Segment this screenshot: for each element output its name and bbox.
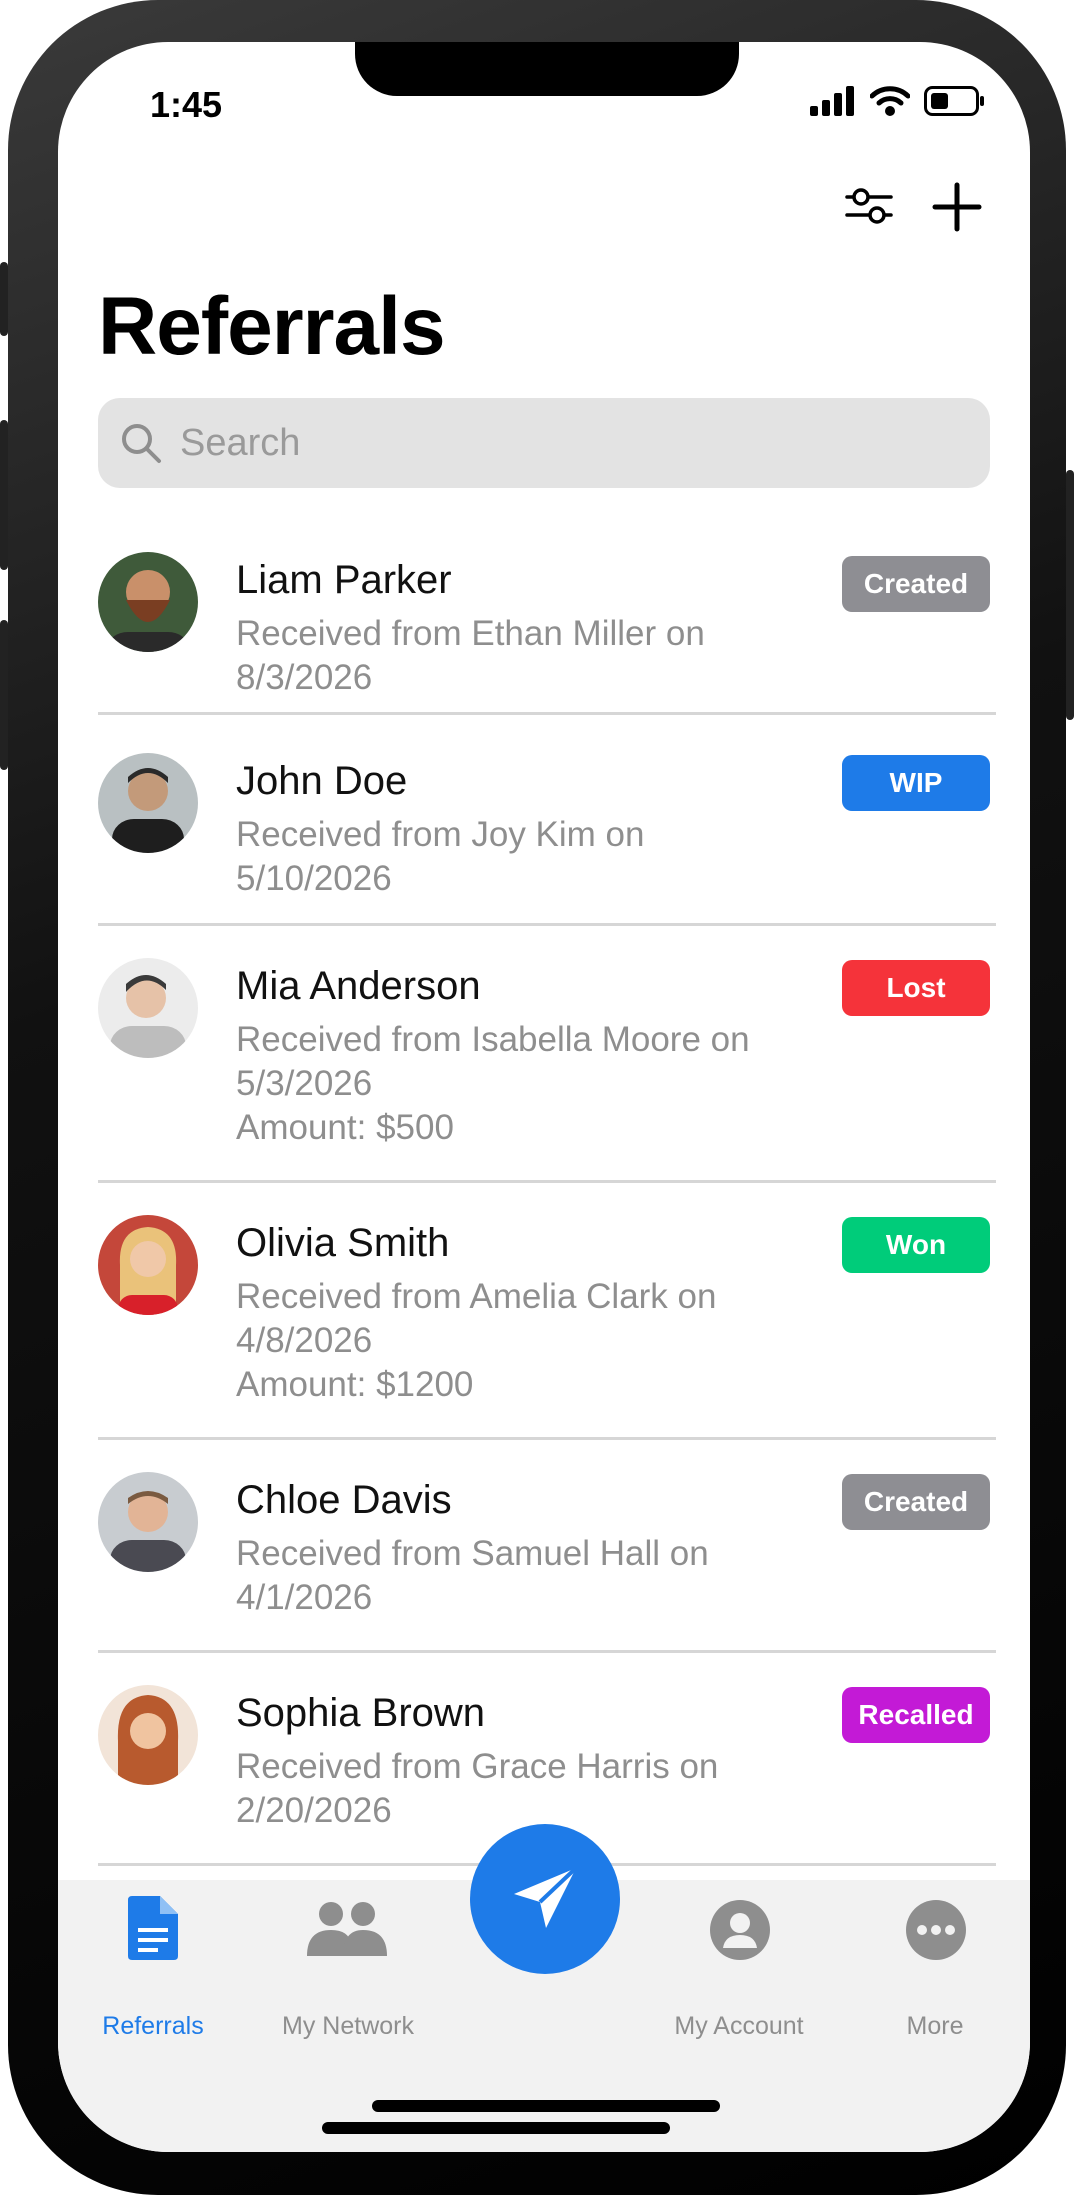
avatar bbox=[98, 1215, 198, 1315]
avatar bbox=[98, 958, 198, 1058]
volume-up-button bbox=[0, 420, 8, 570]
referral-name: Mia Anderson bbox=[236, 964, 481, 1008]
status-time: 1:45 bbox=[150, 84, 223, 125]
document-icon bbox=[128, 1896, 178, 1960]
received-from: Received from Amelia Clark on bbox=[236, 1277, 717, 1316]
avatar bbox=[98, 753, 198, 853]
status-badge: Created bbox=[842, 1474, 990, 1530]
referral-list: Liam Parker Received from Ethan Miller o… bbox=[98, 530, 996, 1866]
referral-details: Received from Ethan Miller on 8/3/2026 bbox=[236, 612, 836, 700]
plus-icon bbox=[932, 182, 982, 232]
received-from: Received from Grace Harris on bbox=[236, 1747, 719, 1786]
received-from: Received from Samuel Hall on bbox=[236, 1534, 709, 1573]
received-from: Received from Joy Kim on bbox=[236, 815, 645, 854]
avatar bbox=[98, 1685, 198, 1785]
notch bbox=[355, 42, 739, 96]
send-icon bbox=[514, 1866, 578, 1928]
phone-frame: 1:45 Referrals Search Liam Parker Receiv… bbox=[0, 0, 1074, 2195]
referral-row[interactable]: Chloe Davis Received from Samuel Hall on… bbox=[98, 1440, 996, 1653]
avatar bbox=[98, 1472, 198, 1572]
referral-date: 4/1/2026 bbox=[236, 1578, 373, 1617]
referral-details: Received from Amelia Clark on 4/8/2026 A… bbox=[236, 1275, 836, 1407]
tab-label: More bbox=[906, 2012, 964, 2040]
referral-date: 5/3/2026 bbox=[236, 1064, 373, 1103]
search-input[interactable] bbox=[178, 420, 962, 466]
referral-details: Received from Grace Harris on 2/20/2026 bbox=[236, 1745, 836, 1833]
referral-name: John Doe bbox=[236, 759, 408, 803]
tab-label: My Account bbox=[674, 2012, 804, 2040]
referral-row[interactable]: Mia Anderson Received from Isabella Moor… bbox=[98, 926, 996, 1183]
wifi-icon bbox=[870, 86, 910, 116]
referral-date: 8/3/2026 bbox=[236, 658, 373, 697]
battery-icon bbox=[924, 86, 984, 116]
search-icon bbox=[122, 424, 161, 463]
tab-label: Referrals bbox=[102, 2012, 204, 2040]
status-icons bbox=[810, 86, 986, 116]
referral-row[interactable]: Liam Parker Received from Ethan Miller o… bbox=[98, 530, 996, 715]
referral-date: 4/8/2026 bbox=[236, 1321, 373, 1360]
home-indicator-bottom bbox=[322, 2122, 670, 2134]
signal-icon bbox=[810, 86, 854, 116]
referral-name: Sophia Brown bbox=[236, 1691, 486, 1735]
received-from: Received from Ethan Miller on bbox=[236, 614, 705, 653]
status-badge: Lost bbox=[842, 960, 990, 1016]
add-referral-button[interactable] bbox=[932, 182, 982, 237]
referral-row[interactable]: John Doe Received from Joy Kim on 5/10/2… bbox=[98, 715, 996, 926]
referral-name: Liam Parker bbox=[236, 558, 452, 602]
filter-button[interactable] bbox=[844, 182, 894, 237]
referral-details: Received from Joy Kim on 5/10/2026 bbox=[236, 813, 836, 901]
status-badge: Won bbox=[842, 1217, 990, 1273]
send-referral-button[interactable] bbox=[470, 1824, 620, 1974]
avatar bbox=[98, 552, 198, 652]
filter-icon bbox=[845, 188, 893, 224]
search-bar[interactable] bbox=[98, 398, 990, 488]
screen: 1:45 Referrals Search Liam Parker Receiv… bbox=[58, 42, 1030, 2152]
referral-name: Olivia Smith bbox=[236, 1221, 450, 1265]
tab-label: My Network bbox=[282, 2012, 414, 2040]
page-title: Referrals bbox=[98, 281, 446, 372]
referral-details: Received from Isabella Moore on 5/3/2026… bbox=[236, 1018, 836, 1150]
mute-switch bbox=[0, 262, 8, 336]
referral-date: 5/10/2026 bbox=[236, 859, 392, 898]
referral-amount: Amount: $1200 bbox=[236, 1365, 474, 1404]
volume-down-button bbox=[0, 620, 8, 770]
account-icon bbox=[710, 1900, 770, 1960]
referral-amount: Amount: $500 bbox=[236, 1108, 454, 1147]
people-icon bbox=[307, 1902, 387, 1956]
referral-name: Chloe Davis bbox=[236, 1478, 452, 1522]
status-badge: Recalled bbox=[842, 1687, 990, 1743]
referral-row[interactable]: Olivia Smith Received from Amelia Clark … bbox=[98, 1183, 996, 1440]
status-badge: WIP bbox=[842, 755, 990, 811]
status-badge: Created bbox=[842, 556, 990, 612]
referral-details: Received from Samuel Hall on 4/1/2026 bbox=[236, 1532, 836, 1620]
power-button bbox=[1066, 470, 1074, 720]
received-from: Received from Isabella Moore on bbox=[236, 1020, 750, 1059]
more-icon bbox=[906, 1900, 966, 1960]
home-indicator bbox=[372, 2100, 720, 2112]
